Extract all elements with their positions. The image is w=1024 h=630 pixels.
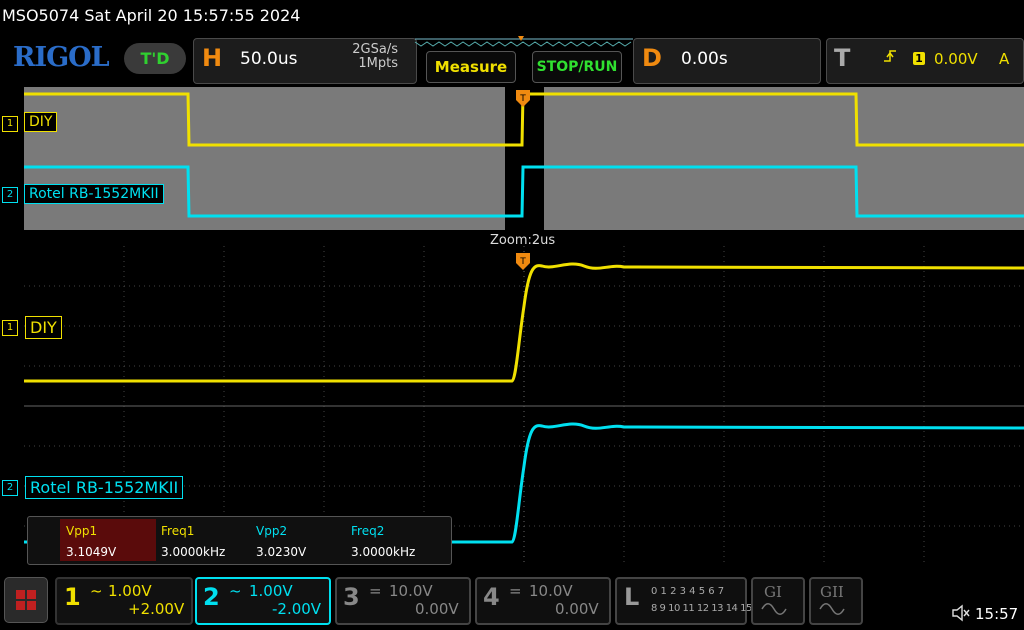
meas-value-vpp2: 3.0230V xyxy=(256,545,307,559)
meas-value-freq1: 3.0000kHz xyxy=(161,545,226,559)
channel-1-number: 1 xyxy=(64,583,81,611)
overview-ch1-label: DIY xyxy=(24,112,58,132)
trigger-panel[interactable] xyxy=(826,38,1024,84)
overview-ch2-marker: 2 xyxy=(2,187,18,203)
channel-3-scale: 10.0V xyxy=(389,582,433,600)
logic-letter: L xyxy=(624,583,640,611)
sample-rate: 2GSa/s xyxy=(352,42,398,57)
channel-1-offset: +2.00V xyxy=(128,600,185,618)
channel-2-scale: 1.00V xyxy=(249,582,293,600)
channel-4-number: 4 xyxy=(483,583,500,611)
channel-1-scale: 1.00V xyxy=(108,582,152,600)
speaker-muted-icon[interactable] xyxy=(951,604,971,622)
td-badge[interactable]: T'D xyxy=(124,43,186,74)
sine-wave-icon xyxy=(819,603,845,615)
acquisition-info: 2GSa/s 1Mpts xyxy=(332,43,398,71)
channel-2-offset: -2.00V xyxy=(272,600,322,618)
channel-1-coupling-icon: ~ xyxy=(90,582,103,600)
stop-run-button[interactable]: STOP/RUN xyxy=(532,51,622,83)
meas-value-vpp1: 3.1049V xyxy=(66,545,117,559)
channel-4-scale: 10.0V xyxy=(529,582,573,600)
timebase-value: 50.0us xyxy=(240,49,298,69)
generator-2-label: GII xyxy=(820,583,844,601)
rising-edge-icon xyxy=(883,48,897,68)
menu-button[interactable] xyxy=(4,577,48,623)
memory-depth: 1Mpts xyxy=(358,56,398,71)
channel-3-number: 3 xyxy=(343,583,360,611)
meas-value-freq2: 3.0000kHz xyxy=(351,545,416,559)
main-trigger-marker-icon: T xyxy=(516,253,530,270)
measurement-panel[interactable]: Vpp1 Freq1 Vpp2 Freq2 3.1049V 3.0000kHz … xyxy=(27,516,452,565)
logic-channels-row2: 8 9 10 11 12 13 14 15 xyxy=(651,603,752,614)
meas-header-vpp1: Vpp1 xyxy=(66,524,98,538)
trigger-source: 1 xyxy=(913,52,925,65)
sine-wave-icon xyxy=(761,603,787,615)
logic-channels-row1: 0 1 2 3 4 5 6 7 xyxy=(651,586,725,597)
svg-text:T: T xyxy=(519,257,526,267)
channel-3-coupling-icon: = xyxy=(369,582,382,600)
delay-letter: D xyxy=(642,44,662,72)
svg-text:T: T xyxy=(519,94,526,104)
overview-ch2-label: Rotel RB-1552MKII xyxy=(24,184,164,204)
main-ch2-label: Rotel RB-1552MKII xyxy=(25,476,184,499)
channel-2-coupling-icon: ~ xyxy=(229,582,242,600)
trigger-level: 0.00V xyxy=(934,50,978,68)
channel-4-coupling-icon: = xyxy=(509,582,522,600)
measure-button[interactable]: Measure xyxy=(426,51,516,83)
model-datetime: MSO5074 Sat April 20 15:57:55 2024 xyxy=(2,6,301,25)
delay-value: 0.00s xyxy=(681,49,728,69)
generator-1-label: GI xyxy=(764,583,782,601)
rigol-logo: RIGOL xyxy=(13,42,110,73)
horizontal-letter: H xyxy=(202,44,223,72)
meas-header-vpp2: Vpp2 xyxy=(256,524,288,538)
main-ch1-marker: 1 xyxy=(2,320,18,336)
meas-header-freq2: Freq2 xyxy=(351,524,385,538)
menu-grid-icon xyxy=(16,590,36,610)
memory-timeline xyxy=(414,36,633,47)
main-ch1-label: DIY xyxy=(25,316,62,339)
channel-4-offset: 0.00V xyxy=(555,600,599,618)
channel-3-offset: 0.00V xyxy=(415,600,459,618)
trigger-mode: A xyxy=(999,50,1010,68)
overview-trigger-marker-icon: T xyxy=(516,90,530,107)
meas-header-freq1: Freq1 xyxy=(161,524,195,538)
clock: 15:57 xyxy=(975,605,1019,623)
trigger-letter: T xyxy=(834,44,851,72)
channel-2-number: 2 xyxy=(203,583,220,611)
main-ch2-marker: 2 xyxy=(2,480,18,496)
overview-ch1-marker: 1 xyxy=(2,116,18,132)
